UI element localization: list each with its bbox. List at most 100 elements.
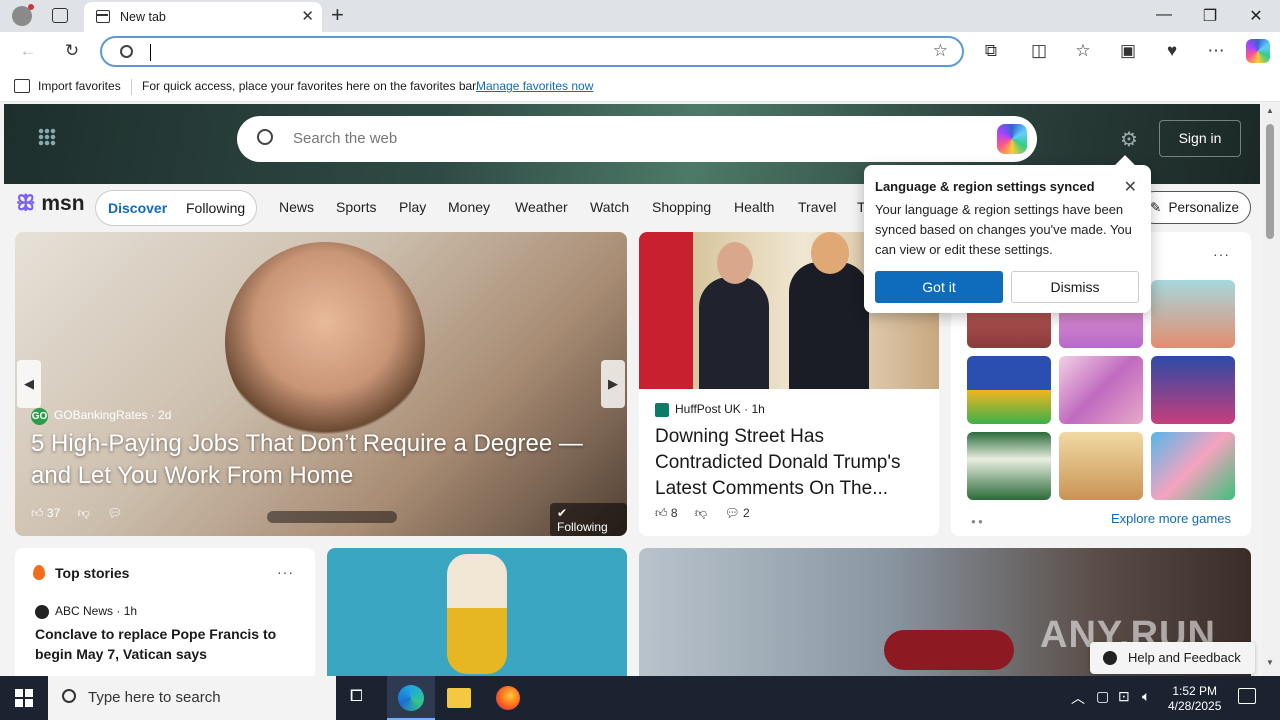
copilot-icon[interactable] <box>997 124 1027 154</box>
scroll-thumb[interactable] <box>1266 124 1274 239</box>
apps-grid-icon[interactable] <box>38 128 56 146</box>
close-window-icon[interactable]: ✕ <box>1246 6 1266 26</box>
game-tile[interactable] <box>967 356 1051 424</box>
search-placeholder: Search the web <box>293 130 398 147</box>
copilot-icon[interactable] <box>1246 39 1270 63</box>
file-explorer-icon[interactable] <box>447 688 471 708</box>
carousel-prev-icon[interactable]: ◀ <box>17 360 41 408</box>
source-name[interactable]: GOBankingRates <box>54 408 147 422</box>
nav-item-travel[interactable]: Travel <box>798 199 836 215</box>
top-story-title[interactable]: Conclave to replace Pope Francis to begi… <box>35 624 295 664</box>
scroll-down-icon[interactable]: ▼ <box>1266 658 1274 667</box>
collections-icon[interactable]: ▣ <box>1117 41 1139 61</box>
games-pager-dots[interactable]: ● ● <box>971 517 983 526</box>
more-options-icon[interactable]: ··· <box>277 564 294 580</box>
import-favorites-button[interactable]: Import favorites <box>38 79 121 93</box>
network-icon[interactable]: ▢ <box>1096 688 1109 705</box>
tab-following[interactable]: Following <box>186 200 245 216</box>
taskbar-clock[interactable]: 1:52 PM 4/28/2025 <box>1168 684 1221 714</box>
taskbar-search[interactable]: Type here to search <box>48 676 336 720</box>
nav-item-play[interactable]: Play <box>399 199 426 215</box>
nav-item-news[interactable]: News <box>279 199 314 215</box>
nav-item-shopping[interactable]: Shopping <box>652 199 711 215</box>
following-badge[interactable]: ✔ Following <box>550 503 627 536</box>
huffpost-logo <box>655 402 669 417</box>
manage-favorites-link[interactable]: Manage favorites now <box>476 79 593 93</box>
ethernet-icon[interactable]: ⊡ <box>1118 688 1130 705</box>
carousel-next-icon[interactable]: ▶ <box>601 360 625 408</box>
tab-close-icon[interactable]: ✕ <box>301 7 314 25</box>
tray-chevron-icon[interactable]: ︿ <box>1071 688 1085 708</box>
close-icon[interactable]: ✕ <box>1124 177 1137 197</box>
help-icon <box>1103 651 1117 665</box>
more-menu-icon[interactable]: ⋯ <box>1205 41 1227 61</box>
article-age: 1h <box>123 604 138 618</box>
personalize-button[interactable]: ✎ Personalize <box>1138 191 1251 224</box>
featured-title[interactable]: 5 High-Paying Jobs That Don’t Require a … <box>31 428 611 492</box>
dislike-icon[interactable]: 👎︎ <box>78 506 90 520</box>
featured-carousel-card[interactable]: ◀ ▶ GO GOBankingRates · 2d 5 High-Paying … <box>15 232 627 536</box>
nav-item-watch[interactable]: Watch <box>590 199 629 215</box>
following-label: Following <box>557 520 608 534</box>
explore-more-games-link[interactable]: Explore more games <box>1111 511 1231 526</box>
msn-butterfly-icon: ꕥ <box>16 192 36 215</box>
help-feedback-button[interactable]: Help and Feedback <box>1090 642 1255 674</box>
comment-icon[interactable]: 💬︎ <box>724 506 739 520</box>
source-name[interactable]: HuffPost UK <box>675 402 741 416</box>
source-name[interactable]: ABC News <box>55 604 113 618</box>
featured-source: GO GOBankingRates · 2d <box>31 408 171 425</box>
tab-discover[interactable]: Discover <box>108 200 167 216</box>
game-tile[interactable] <box>1059 356 1143 424</box>
task-view-icon[interactable]: ⧠ <box>350 688 363 706</box>
favorite-star-icon[interactable]: ☆ <box>933 41 948 61</box>
web-search-box[interactable]: Search the web <box>237 116 1037 162</box>
got-it-button[interactable]: Got it <box>875 271 1003 303</box>
split-screen-icon[interactable]: ◫ <box>1028 41 1050 61</box>
extensions-icon[interactable]: ⧉ <box>980 41 1002 61</box>
nav-item-health[interactable]: Health <box>734 199 774 215</box>
address-input[interactable] <box>154 42 914 62</box>
dismiss-button[interactable]: Dismiss <box>1011 271 1139 303</box>
firefox-icon[interactable] <box>496 686 520 710</box>
game-tile[interactable] <box>967 432 1051 500</box>
nav-item-sports[interactable]: Sports <box>336 199 376 215</box>
game-tile[interactable] <box>1151 356 1235 424</box>
tab-page-icon <box>96 10 110 23</box>
image-figure <box>811 232 849 274</box>
volume-icon[interactable]: 🔈︎ <box>1142 688 1150 705</box>
restore-icon[interactable]: ❐ <box>1200 6 1220 26</box>
minimize-icon[interactable]: — <box>1154 6 1174 24</box>
like-icon[interactable]: 👍︎ <box>31 506 44 520</box>
scroll-up-icon[interactable]: ▲ <box>1266 106 1274 115</box>
notifications-icon[interactable] <box>1238 688 1256 704</box>
comment-icon[interactable]: 💬︎ <box>107 506 122 520</box>
text-cursor <box>150 44 151 61</box>
tab-actions-icon[interactable] <box>52 8 68 23</box>
favorites-icon[interactable]: ☆ <box>1072 41 1094 61</box>
carousel-dots[interactable] <box>267 511 397 523</box>
more-options-icon[interactable]: ··· <box>1213 246 1230 262</box>
game-tile[interactable] <box>1059 432 1143 500</box>
game-tile[interactable] <box>1151 280 1235 348</box>
sign-in-button[interactable]: Sign in <box>1159 120 1241 157</box>
tab-new-tab[interactable]: New tab ✕ <box>84 2 322 32</box>
edge-app-icon[interactable] <box>387 676 435 720</box>
image-story-card[interactable] <box>327 548 627 676</box>
refresh-icon[interactable]: ↻ <box>61 41 83 61</box>
settings-gear-icon[interactable]: ⚙ <box>1120 127 1138 152</box>
nav-item-weather[interactable]: Weather <box>515 199 568 215</box>
dislike-icon[interactable]: 👎︎ <box>695 506 707 520</box>
back-icon[interactable]: ← <box>17 41 39 61</box>
windows-start-icon[interactable] <box>15 689 33 707</box>
nav-item-money[interactable]: Money <box>448 199 490 215</box>
page-scrollbar[interactable]: ▲ ▼ <box>1262 102 1280 676</box>
like-icon[interactable]: 👍︎ <box>655 506 668 520</box>
new-tab-button[interactable]: + <box>331 2 344 28</box>
browser-essentials-icon[interactable]: ♥ <box>1161 41 1183 61</box>
game-tile[interactable] <box>1151 432 1235 500</box>
msn-logo[interactable]: ꕥ msn <box>16 192 85 216</box>
address-bar[interactable]: ☆ <box>100 36 964 67</box>
popup-title: Language & region settings synced <box>875 179 1095 194</box>
news-title[interactable]: Downing Street Has Contradicted Donald T… <box>655 424 930 502</box>
news-source: HuffPost UK · 1h <box>655 402 765 417</box>
